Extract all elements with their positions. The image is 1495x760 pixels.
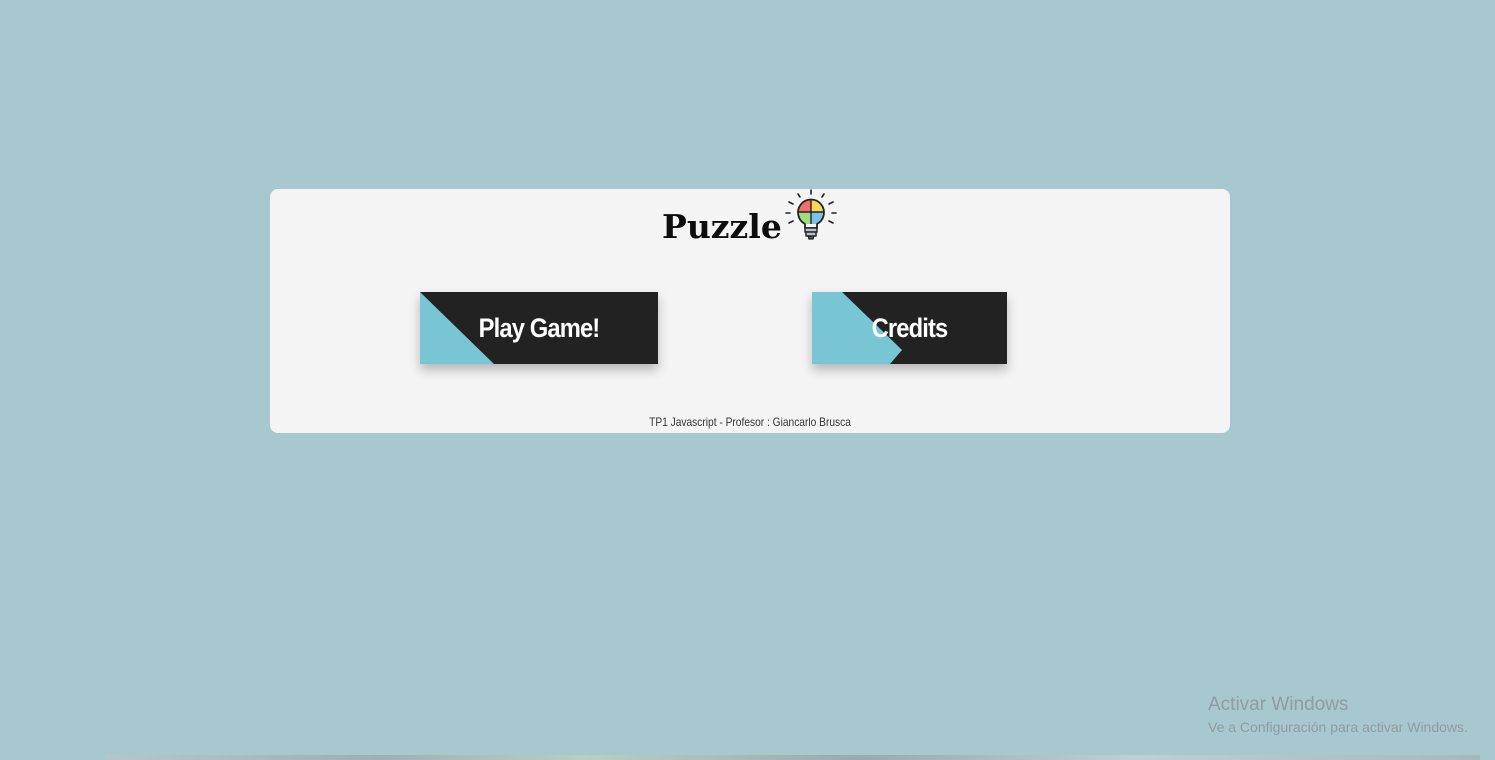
footer-credit-text: TP1 Javascript - Profesor : Giancarlo Br… bbox=[649, 415, 851, 429]
title-row: Puzzle bbox=[270, 189, 1230, 249]
credits-label: Credits bbox=[871, 312, 949, 343]
watermark-subtitle: Ve a Configuración para activar Windows. bbox=[1208, 719, 1468, 735]
play-game-button[interactable]: Play Game! bbox=[420, 292, 658, 364]
taskbar-preview-strip bbox=[105, 755, 1480, 760]
watermark-title: Activar Windows bbox=[1208, 694, 1349, 715]
main-menu-card: Puzzle Play Game! Credits TP1 Javascript… bbox=[270, 189, 1230, 433]
play-game-label: Play Game! bbox=[478, 312, 601, 343]
credits-button[interactable]: Credits bbox=[812, 292, 1007, 364]
lightbulb-puzzle-icon bbox=[785, 189, 837, 240]
page-title: Puzzle bbox=[662, 207, 782, 246]
windows-activation-watermark: Activar Windows Ve a Configuración para … bbox=[1208, 694, 1468, 737]
